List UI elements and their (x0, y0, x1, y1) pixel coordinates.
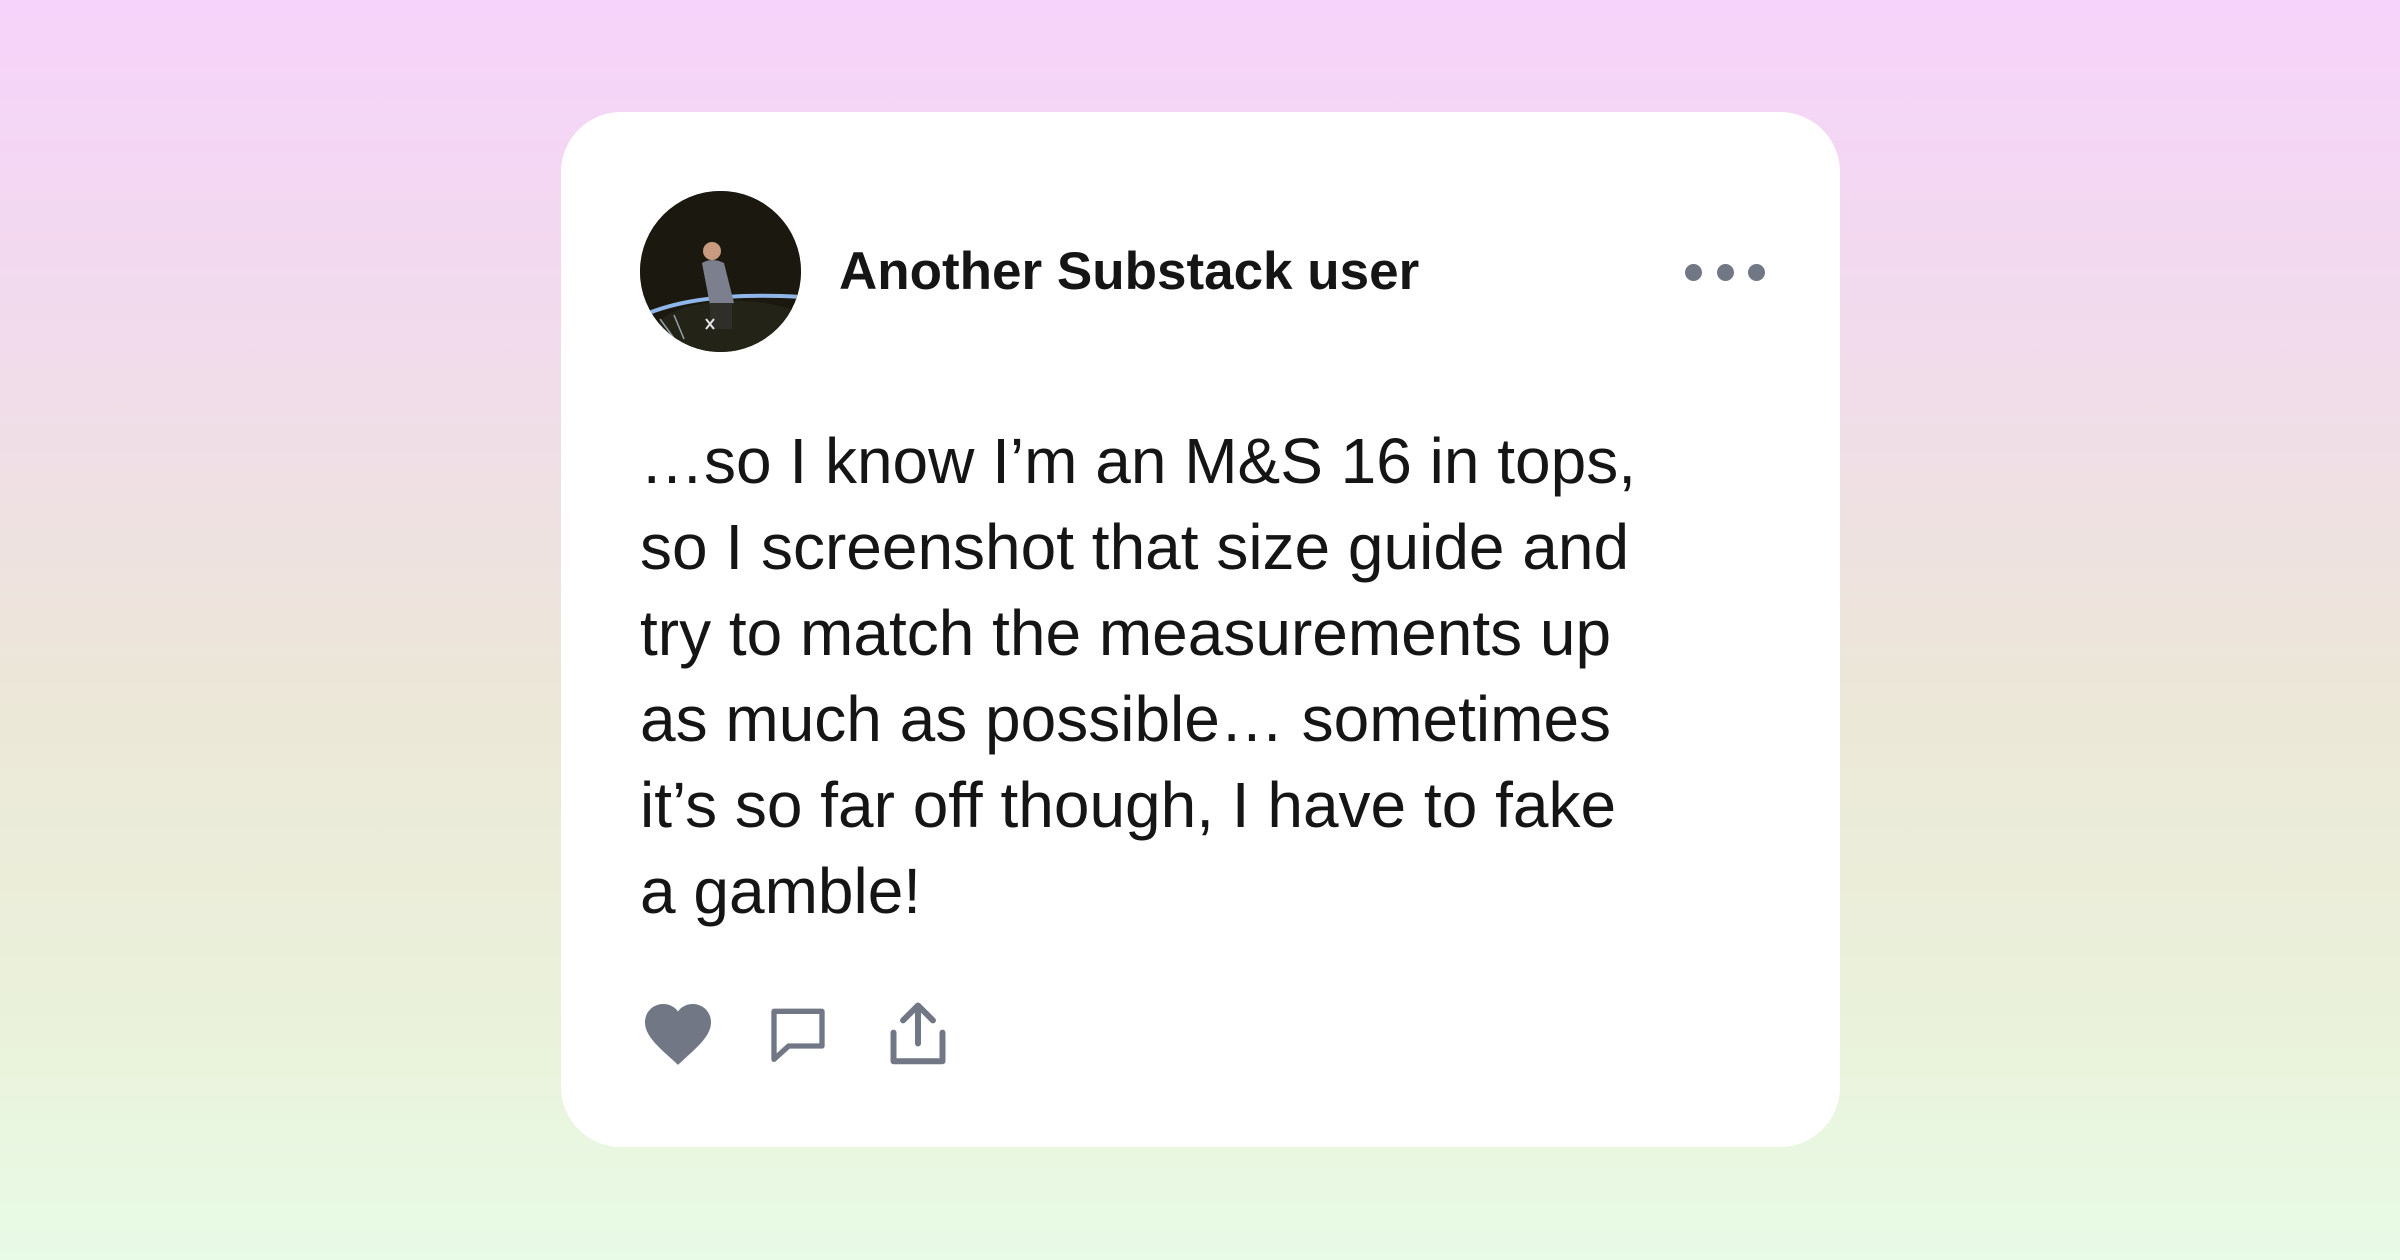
more-options-icon[interactable] (1685, 249, 1765, 295)
avatar-image (640, 191, 801, 352)
note-card: Another Substack user …so I know I’m an … (561, 112, 1840, 1147)
note-header: Another Substack user (640, 191, 1765, 353)
comment-bubble-icon (771, 1008, 825, 1062)
more-dot (1748, 263, 1765, 281)
author-name[interactable]: Another Substack user (839, 191, 1419, 352)
comment-button[interactable] (760, 996, 836, 1072)
heart-icon (645, 1004, 711, 1065)
action-bar (640, 994, 1000, 1074)
more-dot (1685, 263, 1702, 281)
more-dot (1716, 263, 1734, 281)
avatar[interactable] (640, 191, 801, 352)
like-button[interactable] (640, 996, 716, 1072)
note-body: …so I know I’m an M&S 16 in tops, so I s… (640, 425, 1636, 927)
share-icon (890, 1002, 946, 1065)
share-button[interactable] (880, 996, 956, 1072)
